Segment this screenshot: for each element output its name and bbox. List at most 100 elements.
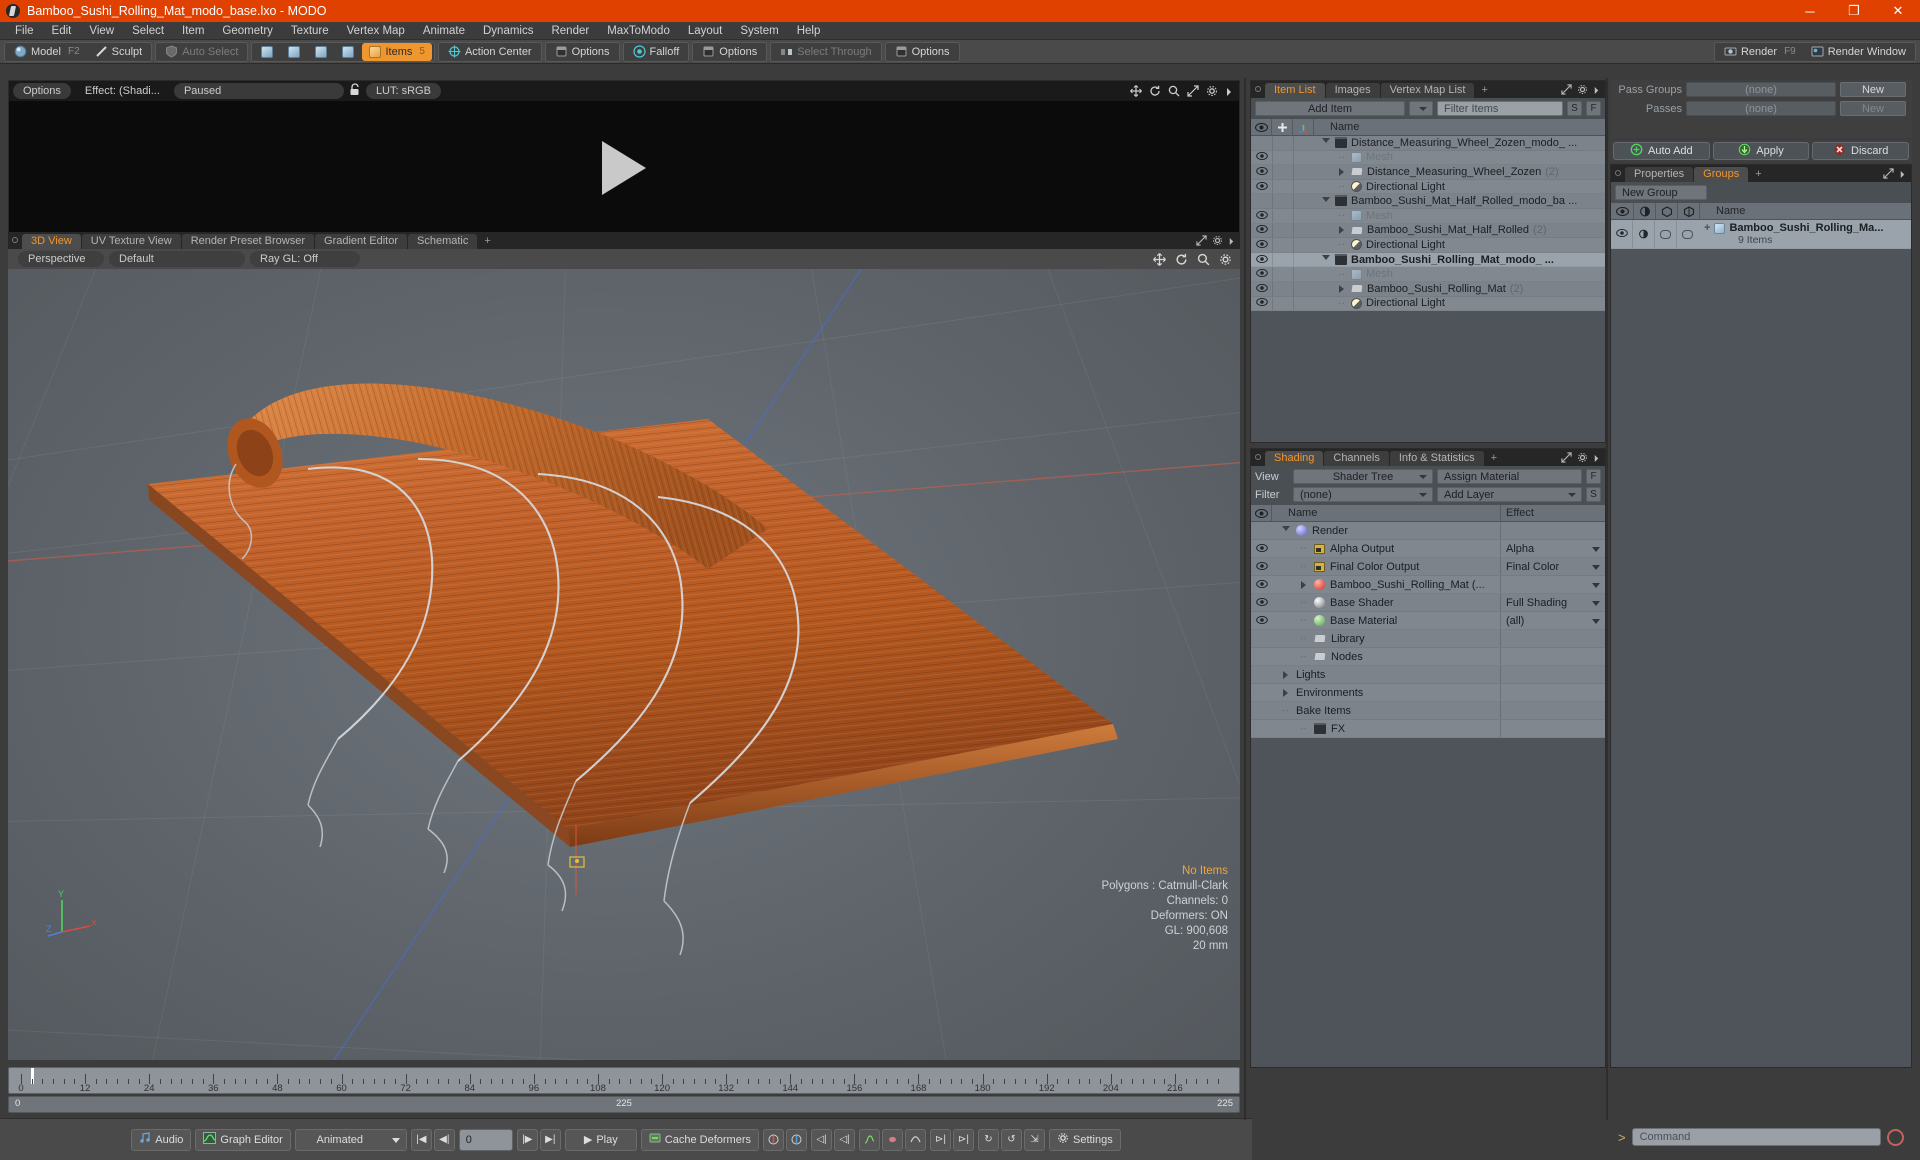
visibility-toggle[interactable]	[1251, 239, 1272, 250]
transform-cell[interactable]	[1293, 208, 1314, 223]
perspective-dropdown[interactable]: Perspective	[18, 251, 104, 267]
panel-divider-2[interactable]	[1606, 78, 1608, 1120]
tab-add[interactable]: +	[478, 234, 496, 249]
viewport-expand-icon[interactable]	[1196, 234, 1207, 249]
tab-add[interactable]: +	[1485, 451, 1503, 466]
item-list-gear-icon[interactable]	[1577, 84, 1588, 98]
edges-mode-button[interactable]	[281, 43, 307, 61]
viewport-rotate-icon[interactable]	[1175, 253, 1188, 269]
groups-rows[interactable]: + Bamboo_Sushi_Rolling_Ma... 9 Items	[1611, 220, 1911, 249]
shading-effect-dropdown[interactable]	[1500, 684, 1605, 701]
item-list-rows[interactable]: Distance_Measuring_Wheel_Zozen_modo_ ...…	[1251, 136, 1605, 312]
expand-toggle-icon[interactable]	[1320, 196, 1331, 206]
preview-options-button[interactable]: Options	[13, 83, 71, 99]
chevron-right-icon[interactable]	[1225, 86, 1233, 100]
tab-info-statistics[interactable]: Info & Statistics	[1389, 451, 1484, 466]
visibility-toggle[interactable]	[1251, 166, 1272, 177]
lock-cell[interactable]	[1272, 281, 1293, 296]
item-list-expand-icon[interactable]	[1561, 83, 1572, 98]
item-list-s-button[interactable]: S	[1567, 101, 1582, 116]
cycle-button[interactable]: ↺	[1000, 1128, 1022, 1151]
viewport-zoom-icon[interactable]	[1197, 253, 1210, 269]
shading-rows[interactable]: Render ·· Alpha Output Alpha ·· Final Color O…	[1251, 522, 1605, 738]
shading-row[interactable]: ·· FX	[1251, 720, 1605, 738]
action-center-button[interactable]: Action Center	[441, 43, 539, 61]
groups-chevron-icon[interactable]	[1899, 168, 1906, 182]
menu-dynamics[interactable]: Dynamics	[474, 22, 542, 40]
visibility-toggle[interactable]	[1251, 269, 1272, 279]
select-through-options-button[interactable]: Options	[888, 43, 957, 61]
menu-texture[interactable]: Texture	[282, 22, 338, 40]
lock-cell[interactable]	[1272, 267, 1293, 281]
groups-tab-dot-icon[interactable]	[1615, 170, 1621, 176]
lock-cell[interactable]	[1272, 179, 1293, 194]
vertices-mode-button[interactable]	[254, 43, 280, 61]
materials-mode-button[interactable]	[335, 43, 361, 61]
shading-visibility-toggle[interactable]	[1251, 579, 1272, 591]
shading-row[interactable]: Lights	[1251, 666, 1605, 684]
current-frame-input[interactable]: 0	[458, 1128, 513, 1151]
tab-images[interactable]: Images	[1325, 83, 1380, 98]
shading-effect-dropdown[interactable]	[1500, 630, 1605, 647]
add-item-dropdown[interactable]	[1409, 101, 1433, 116]
item-list-chevron-icon[interactable]	[1593, 84, 1600, 98]
shading-visibility-column-header[interactable]	[1251, 504, 1272, 522]
render-button[interactable]: Render F9	[1717, 43, 1803, 61]
tab-properties[interactable]: Properties	[1625, 167, 1694, 182]
range-out-button[interactable]: ⊳|	[952, 1128, 974, 1151]
tab-add[interactable]: +	[1475, 83, 1493, 98]
transform-cell[interactable]	[1293, 296, 1314, 311]
shading-row[interactable]: ·· Base Material (all)	[1251, 612, 1605, 630]
shading-effect-dropdown[interactable]: Full Shading	[1500, 594, 1605, 611]
menu-system[interactable]: System	[731, 22, 787, 40]
shading-effect-dropdown[interactable]	[1500, 576, 1605, 593]
sculpt-mode-button[interactable]: Sculpt	[88, 43, 150, 61]
shading-name-column-header[interactable]: Name	[1272, 507, 1500, 519]
shading-visibility-toggle[interactable]	[1251, 615, 1272, 627]
group-shade-toggle[interactable]	[1632, 220, 1654, 248]
shading-row[interactable]: ·· Nodes	[1251, 648, 1605, 666]
transform-cell[interactable]	[1293, 136, 1314, 150]
transform-cell[interactable]	[1293, 179, 1314, 194]
menu-file[interactable]: File	[6, 22, 43, 40]
shading-effect-dropdown[interactable]: (all)	[1500, 612, 1605, 629]
transform-column-header[interactable]	[1293, 118, 1314, 136]
tab-schematic[interactable]: Schematic	[408, 234, 478, 249]
tab-add[interactable]: +	[1749, 167, 1767, 182]
command-input[interactable]: Command	[1631, 1128, 1881, 1146]
curve-ease-button[interactable]	[881, 1128, 903, 1151]
groups-wire-column-header[interactable]	[1656, 202, 1678, 220]
shading-expand-icon[interactable]	[1561, 451, 1572, 466]
shading-expand-icon[interactable]	[1280, 688, 1291, 697]
shading-chevron-icon[interactable]	[1593, 452, 1600, 466]
timeline-panel[interactable]: 0 12 24 36 48 60 72 84 96 108 120 132 144 156 168 180 19…	[8, 1067, 1240, 1115]
menu-animate[interactable]: Animate	[414, 22, 474, 40]
panel-divider-1[interactable]	[1244, 78, 1246, 1120]
play-triangle-icon[interactable]	[602, 140, 646, 195]
menu-render[interactable]: Render	[542, 22, 598, 40]
item-list-row[interactable]: ·· Mesh	[1251, 267, 1605, 282]
3d-viewport[interactable]: No Items Polygons : Catmull-Clark Channe…	[8, 269, 1240, 1060]
lock-cell[interactable]	[1272, 223, 1293, 238]
pass-groups-new-button[interactable]: New	[1840, 82, 1906, 97]
visibility-toggle[interactable]	[1251, 181, 1272, 192]
group-row[interactable]: + Bamboo_Sushi_Rolling_Ma... 9 Items	[1611, 220, 1911, 249]
preview-render-view[interactable]	[9, 101, 1239, 234]
range-in-button[interactable]: ⊳|	[929, 1128, 951, 1151]
graph-editor-button[interactable]: Graph Editor	[195, 1128, 291, 1151]
expand-icon[interactable]	[1187, 85, 1199, 100]
visibility-toggle[interactable]	[1251, 283, 1272, 294]
shading-effect-dropdown[interactable]	[1500, 522, 1605, 539]
viewport-pan-icon[interactable]	[1153, 253, 1166, 269]
discard-button[interactable]: Discard	[1812, 142, 1910, 160]
add-item-button[interactable]: Add Item	[1255, 101, 1405, 116]
groups-shade-column-header[interactable]	[1634, 202, 1656, 220]
shading-expand-icon[interactable]	[1280, 526, 1291, 535]
viewport-gear2-icon[interactable]	[1219, 253, 1232, 269]
shading-row[interactable]: ·· Bake Items	[1251, 702, 1605, 720]
shading-style-dropdown[interactable]: Default	[109, 251, 245, 267]
group-expand-plus-icon[interactable]: +	[1704, 222, 1710, 234]
tab-vertex-map-list[interactable]: Vertex Map List	[1380, 83, 1475, 98]
tab-item-list[interactable]: Item List	[1265, 83, 1325, 98]
lock-cell[interactable]	[1272, 136, 1293, 150]
